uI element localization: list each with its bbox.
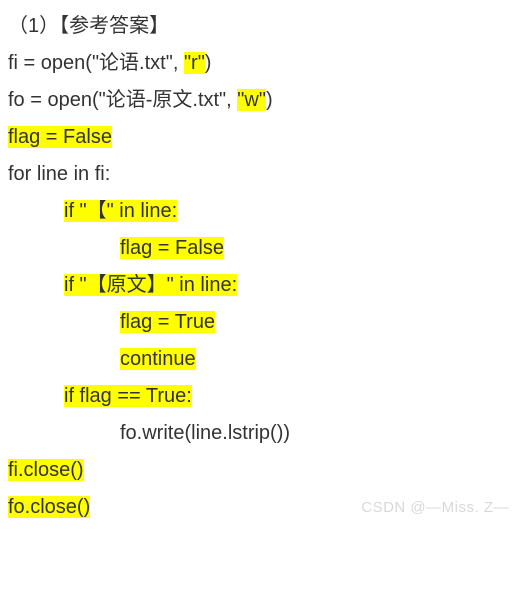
highlight: fo.close() [8, 496, 90, 518]
code-line-3: flag = False [8, 119, 517, 156]
code-line-10: if flag == True: [8, 378, 517, 415]
highlight: if "【原文】" in line: [64, 274, 237, 296]
highlight: if "【" in line: [64, 200, 177, 222]
code-line-7: if "【原文】" in line: [8, 267, 517, 304]
code-line-4: for line in fi: [8, 156, 517, 193]
code-line-11: fo.write(line.lstrip()) [8, 415, 517, 452]
code-text: ) [205, 52, 212, 74]
code-text: ) [266, 89, 273, 111]
code-line-1: fi = open("论语.txt", "r") [8, 45, 517, 82]
code-line-12: fi.close() [8, 452, 517, 489]
header-line: （1）【参考答案】 [8, 8, 517, 45]
code-text: fo = open("论语-原文.txt", [8, 89, 237, 111]
highlight: flag = True [120, 311, 215, 333]
code-text: fo.write(line.lstrip()) [120, 422, 290, 444]
code-line-2: fo = open("论语-原文.txt", "w") [8, 82, 517, 119]
code-line-5: if "【" in line: [8, 193, 517, 230]
highlight: if flag == True: [64, 385, 192, 407]
code-text: fi = open("论语.txt", [8, 52, 184, 74]
code-line-8: flag = True [8, 304, 517, 341]
watermark-text: CSDN @—Miss. Z— [361, 494, 509, 522]
highlight: "r" [184, 52, 205, 74]
highlight: flag = False [120, 237, 224, 259]
highlight: flag = False [8, 126, 112, 148]
highlight: fi.close() [8, 459, 84, 481]
highlight: "w" [237, 89, 266, 111]
code-line-6: flag = False [8, 230, 517, 267]
code-line-9: continue [8, 341, 517, 378]
code-text: for line in fi: [8, 163, 110, 185]
highlight: continue [120, 348, 196, 370]
